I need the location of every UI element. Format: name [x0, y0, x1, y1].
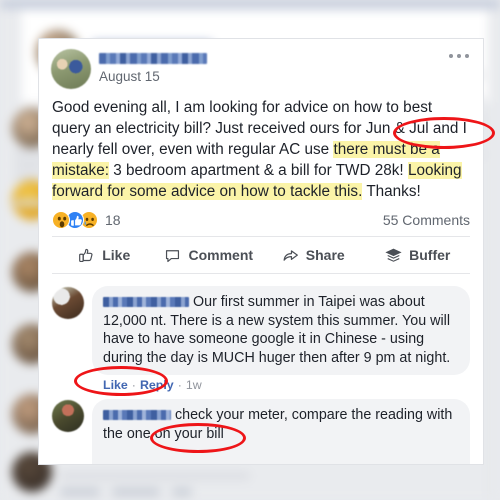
comment-like-link[interactable]: Like: [103, 378, 128, 392]
author-name-redacted[interactable]: [99, 53, 207, 64]
comment-body: check your meter, compare the reading wi…: [92, 399, 470, 465]
comment-bubble: Our first summer in Taipei was about 12,…: [92, 286, 470, 375]
post-text-segment: 3 bedroom apartment & a bill for TWD 28k…: [108, 162, 408, 179]
separator: ·: [131, 378, 136, 392]
comment-button-label: Comment: [188, 247, 254, 263]
thumbs-up-icon: [78, 247, 95, 264]
commenter-avatar[interactable]: [52, 400, 84, 432]
speech-bubble-icon: [164, 247, 181, 264]
separator: ·: [177, 378, 182, 392]
reaction-row: 18 55 Comments: [39, 202, 483, 236]
background-text-line: [60, 472, 250, 480]
background-text-line: [60, 488, 100, 496]
author-avatar[interactable]: [51, 49, 91, 89]
reaction-count[interactable]: 18: [105, 212, 121, 228]
post-action-bar: Like Comment Share Buffer: [52, 236, 470, 274]
background-text-line: [14, 174, 40, 180]
wow-face-icon: [57, 216, 67, 228]
background-text-line: [172, 488, 192, 496]
post-text: Good evening all, I am looking for advic…: [39, 95, 483, 202]
comment-actions: Like · Reply · 1w: [92, 375, 470, 394]
buffer-button-label: Buffer: [409, 247, 451, 263]
comments-list: Our first summer in Taipei was about 12,…: [39, 274, 483, 465]
comment-text-second-line: 28k sounds not right: [103, 463, 232, 465]
comment-reply-link[interactable]: Reply: [140, 378, 174, 392]
share-arrow-icon: [282, 247, 299, 264]
comment-bubble: check your meter, compare the reading wi…: [92, 399, 470, 465]
facebook-top-bar: [0, 0, 500, 9]
comment-item: check your meter, compare the reading wi…: [39, 396, 483, 465]
background-text-line: [112, 488, 160, 496]
post-date[interactable]: August 15: [99, 69, 160, 84]
comments-count[interactable]: 55 Comments: [383, 212, 470, 228]
commenter-name-redacted[interactable]: [103, 410, 171, 420]
post-text-segment: Thanks!: [362, 183, 421, 200]
like-button-label: Like: [102, 247, 131, 263]
commenter-name-redacted[interactable]: [103, 297, 189, 307]
commenter-avatar[interactable]: [52, 287, 84, 319]
reaction-emoji-group[interactable]: [52, 211, 98, 229]
buffer-stack-icon: [385, 247, 402, 264]
share-button[interactable]: Share: [261, 237, 366, 273]
comment-timestamp: 1w: [185, 378, 202, 392]
post-header: August 15: [39, 39, 483, 95]
comment-item: Our first summer in Taipei was about 12,…: [39, 283, 483, 396]
share-button-label: Share: [305, 247, 345, 263]
background-right-rail-divider: [489, 9, 490, 500]
post-card: August 15 Good evening all, I am looking…: [38, 38, 484, 465]
comment-body: Our first summer in Taipei was about 12,…: [92, 286, 470, 394]
more-options-icon[interactable]: [449, 53, 469, 58]
comment-button[interactable]: Comment: [157, 237, 262, 273]
wow-reaction-icon[interactable]: [52, 211, 70, 229]
buffer-button[interactable]: Buffer: [366, 237, 471, 273]
like-button[interactable]: Like: [52, 237, 157, 273]
